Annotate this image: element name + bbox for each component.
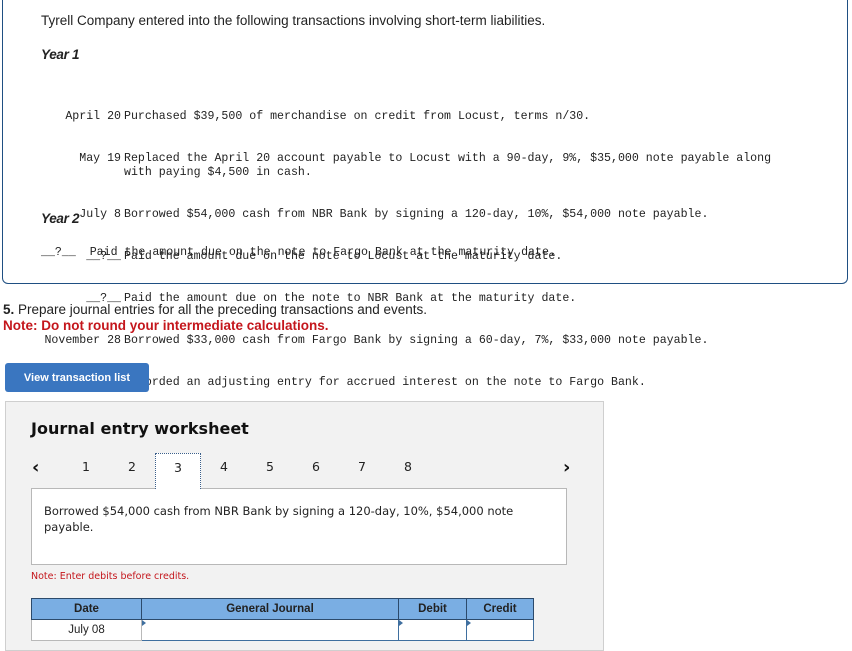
page-tab-3[interactable]: 3 [155, 453, 201, 489]
worksheet-title: Journal entry worksheet [31, 419, 249, 438]
journal-table-header: Date General Journal Debit Credit [31, 598, 534, 620]
page-tab-2[interactable]: 2 [109, 453, 155, 489]
chevron-left-icon[interactable]: ‹ [32, 457, 39, 478]
transaction-row: December 31Recorded an adjusting entry f… [38, 376, 784, 390]
transaction-row: November 28 Borrowed $33,000 cash from Fa… [38, 334, 784, 348]
page-tab-1[interactable]: 1 [63, 453, 109, 489]
journal-entry-worksheet: Journal entry worksheet ‹ 1 2 3 4 5 6 7 … [5, 401, 604, 651]
transaction-date: April 20 [65, 110, 121, 123]
header-debit: Debit [398, 598, 467, 620]
worksheet-transaction-text: Borrowed $54,000 cash from NBR Bank by s… [44, 504, 514, 534]
page-tab-4[interactable]: 4 [201, 453, 247, 489]
question-note: Note: Do not round your intermediate cal… [3, 318, 329, 333]
transaction-date: __?__ [41, 246, 76, 259]
transaction-description-box: Borrowed $54,000 cash from NBR Bank by s… [31, 488, 567, 565]
transaction-row: April 20 Purchased $39,500 of merchandise… [38, 110, 784, 124]
debit-input[interactable] [399, 620, 466, 640]
question-prompt: 5. Prepare journal entries for all the p… [3, 302, 427, 317]
header-general-journal: General Journal [141, 598, 399, 620]
transaction-date: November 28 [44, 334, 121, 347]
transaction-row: July 8 Borrowed $54,000 cash from NBR Ban… [38, 208, 784, 222]
row-date: July 08 [31, 619, 142, 641]
year-1-label: Year 1 [41, 47, 80, 62]
year-1-transaction-list: April 20 Purchased $39,500 of merchandise… [38, 82, 784, 404]
transaction-date: May 19 [79, 152, 121, 165]
credit-input[interactable] [467, 620, 533, 640]
page-tab-8[interactable]: 8 [385, 453, 431, 489]
transaction-row: May 19 Replaced the April 20 account paya… [38, 152, 784, 180]
account-input[interactable] [142, 620, 398, 640]
debits-before-credits-note: Note: Enter debits before credits. [31, 571, 190, 582]
question-text: Prepare journal entries for all the prec… [14, 302, 428, 317]
transaction-description: Replaced the April 20 account payable to… [124, 152, 772, 179]
transaction-description: Recorded an adjusting entry for accrued … [124, 376, 646, 389]
transaction-description: Borrowed $54,000 cash from NBR Bank by s… [124, 208, 709, 221]
question-number: 5. [3, 302, 15, 317]
page-tab-6[interactable]: 6 [293, 453, 339, 489]
problem-intro: Tyrell Company entered into the followin… [41, 13, 546, 28]
header-date: Date [31, 598, 142, 620]
transaction-description: Paid the amount due on the note to Fargo… [89, 246, 556, 259]
year-2-transaction-row: __?__ Paid the amount due on the note to… [41, 246, 556, 259]
view-transaction-list-button[interactable]: View transaction list [5, 363, 149, 392]
journal-table: Date General Journal Debit Credit July 0… [31, 598, 534, 641]
account-cell[interactable] [141, 619, 399, 641]
debit-cell[interactable] [398, 619, 467, 641]
page-tab-5[interactable]: 5 [247, 453, 293, 489]
page-tab-7[interactable]: 7 [339, 453, 385, 489]
transaction-description: Borrowed $33,000 cash from Fargo Bank by… [124, 334, 709, 347]
year-2-label: Year 2 [41, 211, 80, 226]
table-row: July 08 [31, 619, 534, 641]
header-credit: Credit [466, 598, 534, 620]
transaction-description: Purchased $39,500 of merchandise on cred… [124, 110, 591, 123]
worksheet-pager: ‹ 1 2 3 4 5 6 7 8 › [6, 451, 605, 489]
chevron-right-icon[interactable]: › [563, 457, 570, 478]
credit-cell[interactable] [466, 619, 534, 641]
